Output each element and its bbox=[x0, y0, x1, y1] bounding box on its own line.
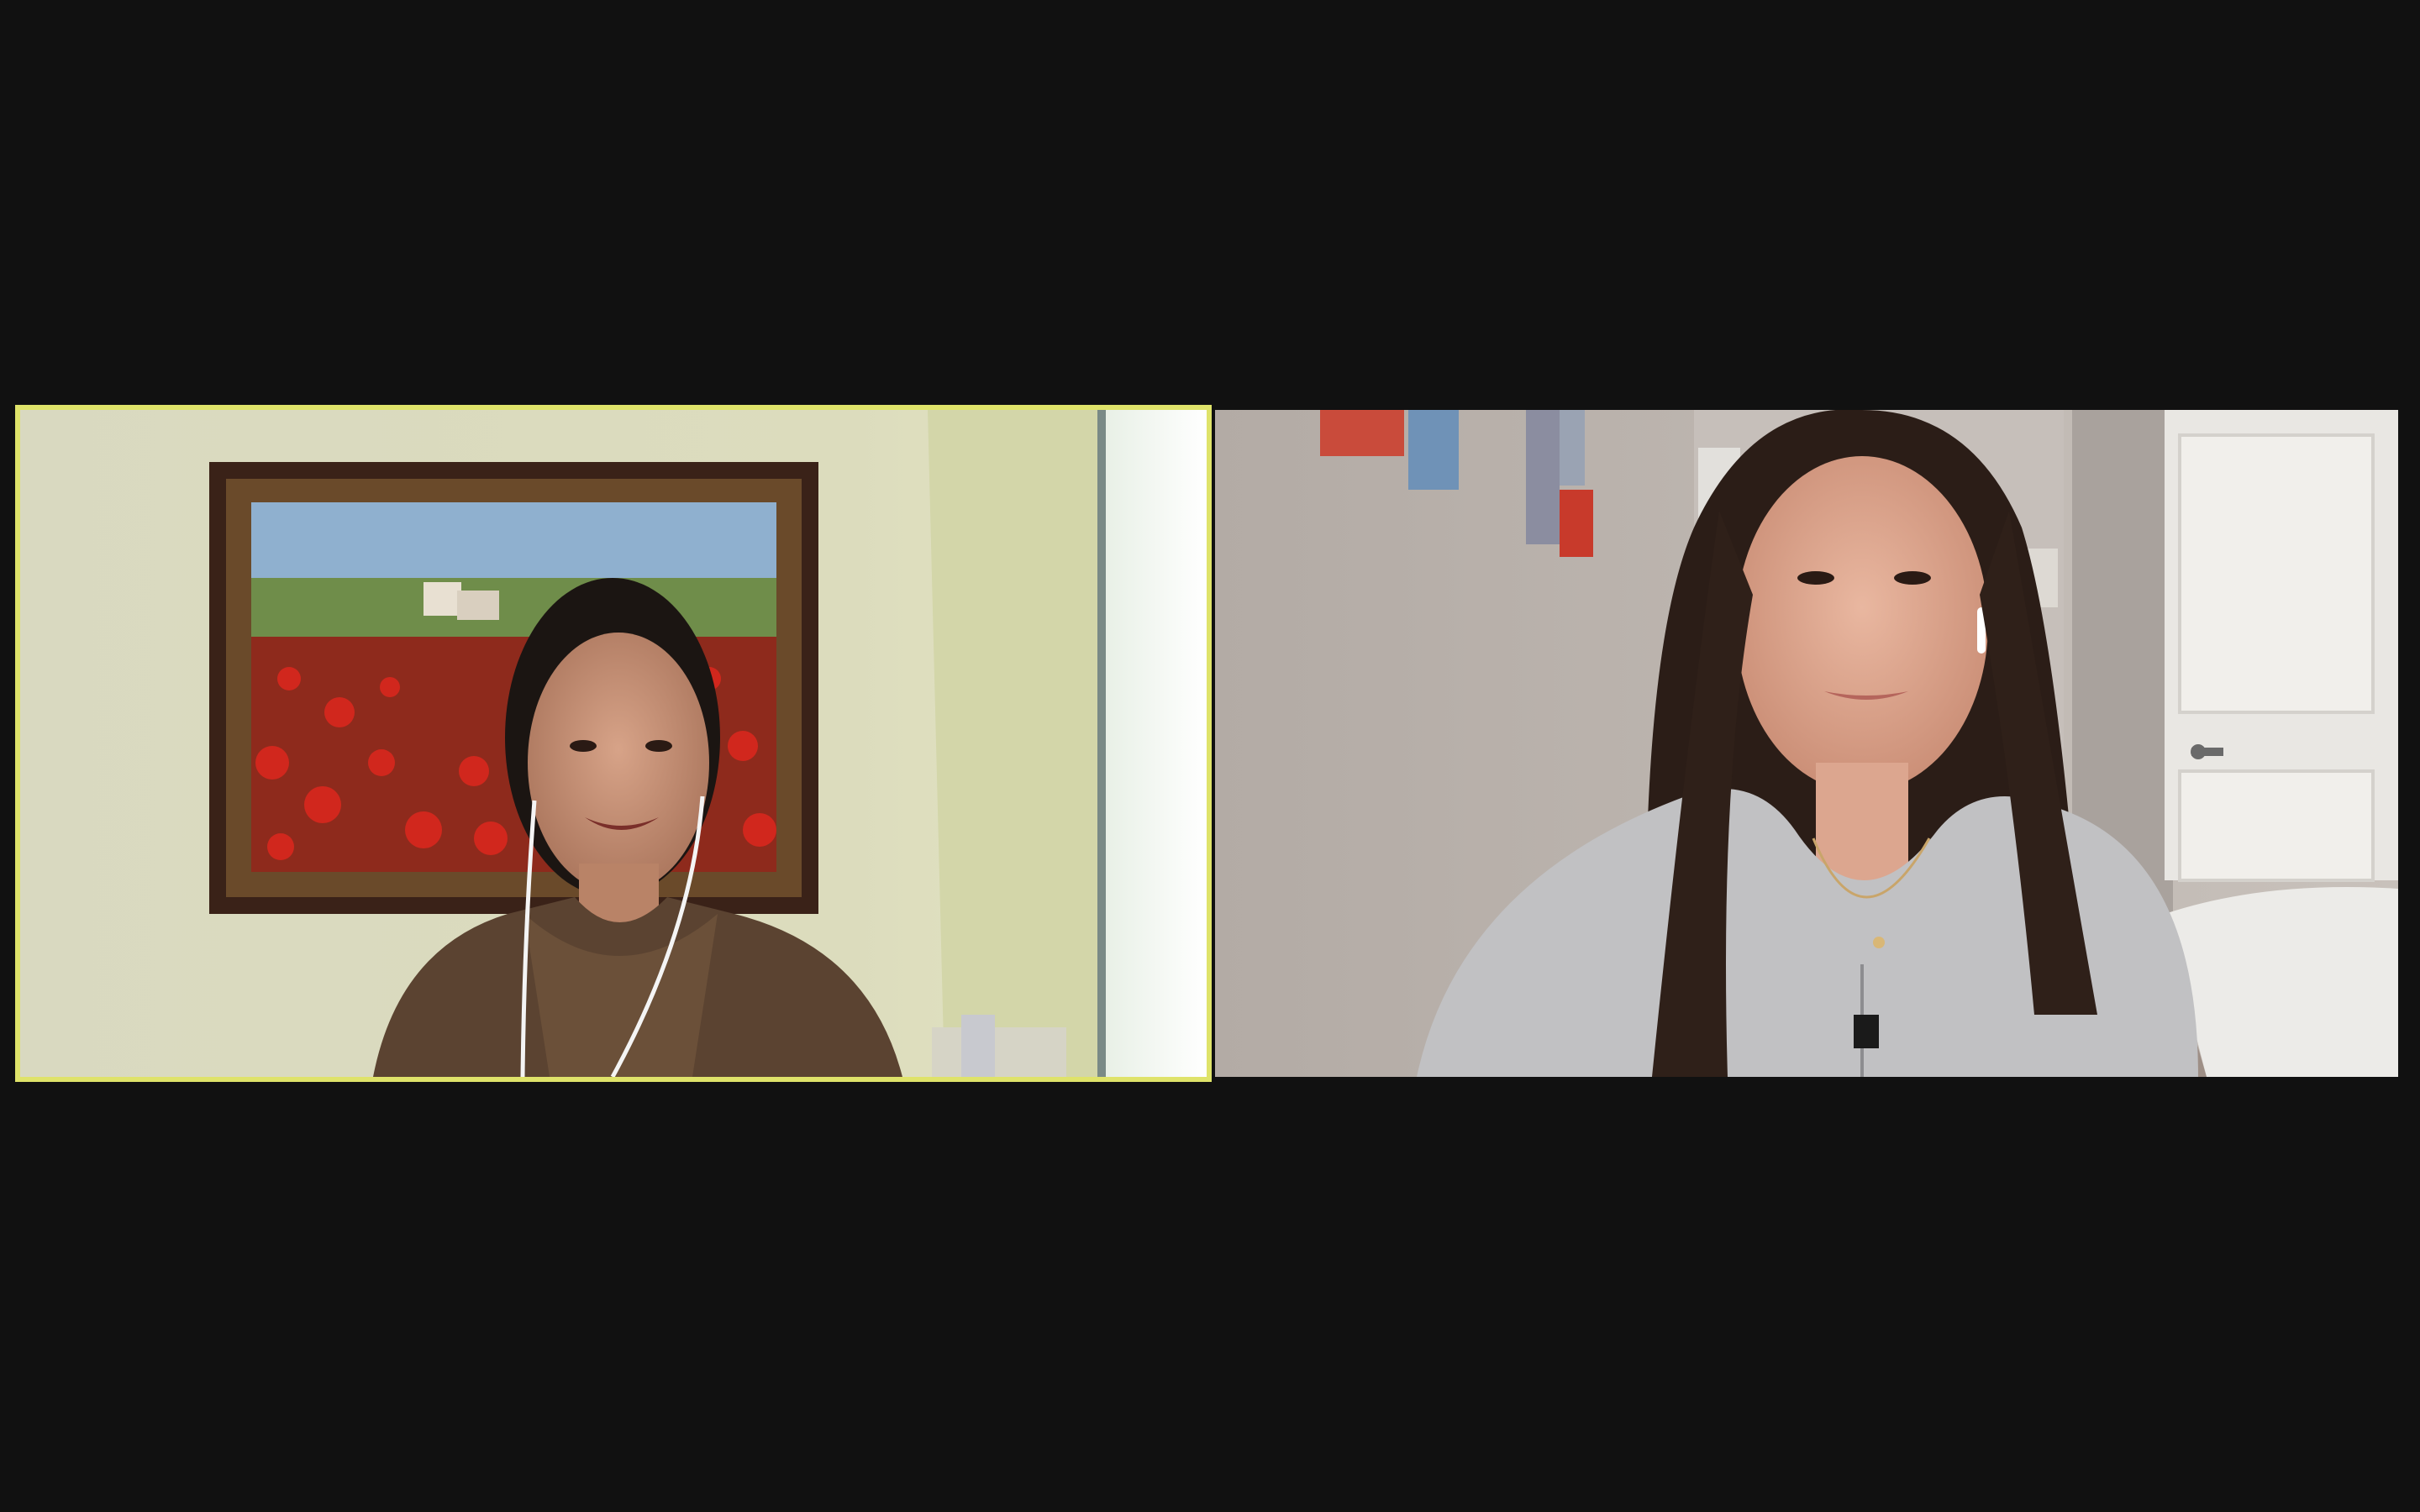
participant-video-tile-left[interactable] bbox=[15, 405, 1212, 1082]
participant-video-feed-right bbox=[1215, 410, 2398, 1077]
participant-video-feed-left bbox=[20, 410, 1207, 1077]
participant-video-tile-right[interactable] bbox=[1215, 410, 2398, 1077]
video-call-stage bbox=[0, 0, 2420, 1512]
